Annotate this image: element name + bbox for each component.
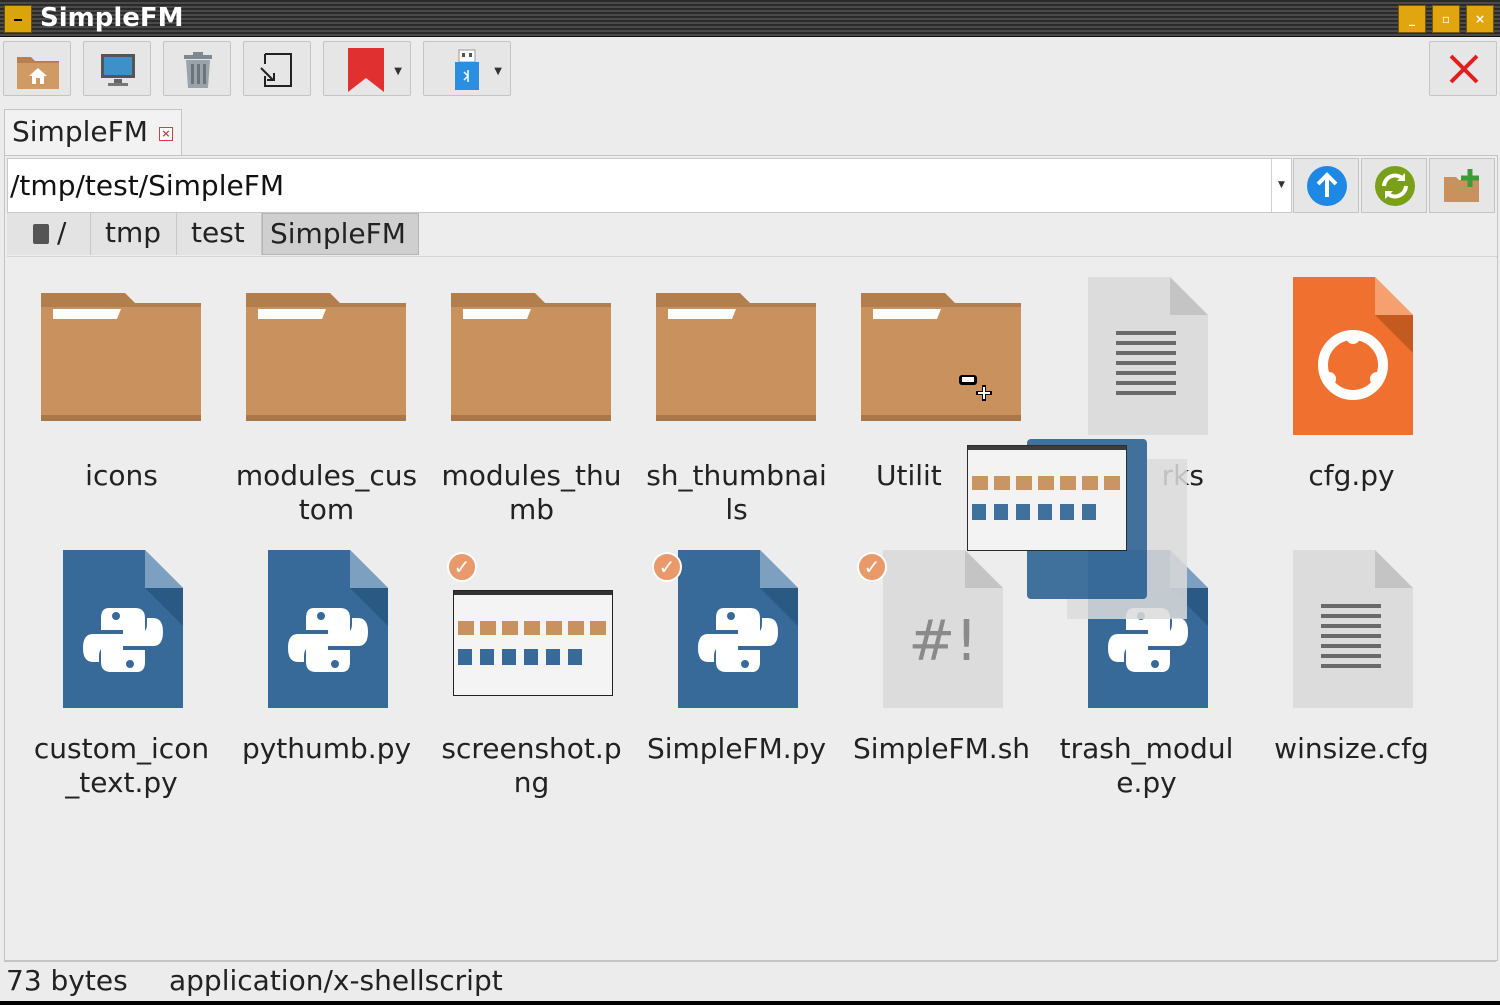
file-pane: ▼ /	[4, 155, 1498, 961]
minimize-button[interactable]: _	[1398, 5, 1426, 33]
maximize-button[interactable]: ▫	[1432, 5, 1460, 33]
parent-dir-button[interactable]	[1293, 158, 1359, 213]
chevron-down-icon[interactable]: ▼	[1271, 159, 1291, 212]
new-folder-icon	[1444, 169, 1479, 202]
breadcrumb-test[interactable]: test	[177, 213, 262, 255]
file-item[interactable]: custom_icon_text.py	[19, 550, 224, 800]
text-file-icon	[1044, 277, 1249, 459]
python-file-icon	[634, 550, 839, 732]
go-to-button[interactable]	[243, 41, 311, 96]
file-name: sh_thumbnails	[646, 459, 827, 526]
file-item[interactable]: screenshot.png ✓	[429, 552, 634, 800]
file-name: pythumb.py	[241, 732, 412, 765]
file-name: SimpleFM.py	[646, 732, 827, 765]
file-name: icons	[85, 459, 158, 492]
tab-simplefm[interactable]: SimpleFM ×	[4, 109, 182, 155]
close-icon	[1449, 54, 1479, 84]
shell-script-icon: #!	[839, 550, 1044, 732]
new-folder-button[interactable]	[1429, 158, 1495, 213]
status-mime: application/x-shellscript	[169, 964, 503, 997]
chevron-down-icon: ▼	[494, 66, 502, 77]
arrow-up-icon	[1307, 166, 1347, 206]
file-item[interactable]: winsize.cfg	[1249, 550, 1454, 766]
file-item[interactable]: cfg.py	[1249, 277, 1454, 493]
monitor-icon	[101, 54, 135, 86]
drive-icon	[33, 224, 49, 244]
drag-cursor-icon	[959, 375, 992, 401]
folder-icon	[224, 289, 429, 459]
home-button[interactable]	[3, 41, 71, 96]
jump-icon	[260, 53, 292, 87]
tab-close-icon[interactable]: ×	[159, 127, 173, 141]
close-window-button[interactable]: ×	[1466, 5, 1494, 33]
window-menu-icon[interactable]	[4, 5, 32, 33]
file-name: modules_custom	[235, 459, 418, 526]
selected-check-icon: ✓	[652, 552, 682, 582]
title-bar[interactable]: SimpleFM _ ▫ ×	[0, 0, 1500, 37]
file-item[interactable]: modules_thumb	[429, 289, 634, 527]
usb-drive-icon	[455, 49, 479, 90]
svg-text:#!: #!	[908, 609, 977, 674]
folder-icon	[19, 289, 224, 459]
drives-button[interactable]: ▼	[423, 41, 511, 96]
file-item[interactable]: SimpleFM.py ✓	[634, 550, 839, 766]
file-item[interactable]: icons	[19, 289, 224, 493]
bookmark-icon	[348, 48, 384, 92]
refresh-button[interactable]	[1361, 158, 1427, 213]
status-bar: 73 bytes application/x-shellscript	[4, 961, 1496, 1001]
file-name: trash_module.py	[1059, 732, 1234, 799]
folder-icon	[839, 289, 1044, 459]
image-thumbnail-icon	[429, 562, 634, 732]
python-file-icon	[224, 550, 429, 732]
folder-icon	[634, 289, 839, 459]
computer-button[interactable]	[83, 41, 151, 96]
bookmarks-button[interactable]: ▼	[323, 41, 411, 96]
config-file-icon	[1249, 277, 1454, 459]
selected-check-icon: ✓	[447, 552, 477, 582]
text-file-icon	[1249, 550, 1454, 732]
tab-label: SimpleFM	[12, 115, 148, 148]
path-combobox[interactable]: ▼	[7, 158, 1292, 213]
file-grid[interactable]: icons modules_custom modules_thumb sh_th…	[7, 256, 1497, 960]
path-input[interactable]	[9, 159, 1271, 212]
file-name: winsize.cfg	[1274, 732, 1429, 765]
refresh-icon	[1375, 166, 1415, 206]
trash-icon	[184, 52, 212, 88]
chevron-down-icon: ▼	[394, 66, 402, 77]
status-size: 73 bytes	[6, 964, 128, 997]
home-folder-icon	[17, 57, 59, 89]
file-item[interactable]: #! SimpleFM.sh ✓	[839, 550, 1044, 766]
file-name: custom_icon_text.py	[33, 732, 210, 799]
close-app-button[interactable]	[1429, 41, 1497, 96]
breadcrumb-tmp[interactable]: tmp	[91, 213, 177, 255]
window-title: SimpleFM	[40, 3, 184, 33]
file-item[interactable]: sh_thumbnails	[634, 289, 839, 527]
trash-button[interactable]	[163, 41, 231, 96]
folder-icon	[429, 289, 634, 459]
breadcrumb-label: /	[57, 216, 67, 249]
python-file-icon	[19, 550, 224, 732]
breadcrumb-root[interactable]: /	[7, 213, 91, 255]
drag-preview	[967, 439, 1187, 619]
file-name: SimpleFM.sh	[852, 732, 1031, 765]
file-name: screenshot.png	[441, 732, 622, 799]
file-item[interactable]: modules_custom	[224, 289, 429, 527]
file-name: cfg.py	[1308, 459, 1395, 492]
main-window: ▼ ▼ SimpleFM × ▼	[0, 37, 1500, 1001]
selected-check-icon: ✓	[857, 552, 887, 582]
file-item[interactable]: pythumb.py	[224, 550, 429, 766]
file-name: modules_thumb	[441, 459, 622, 526]
breadcrumb-simplefm[interactable]: SimpleFM	[262, 213, 419, 255]
